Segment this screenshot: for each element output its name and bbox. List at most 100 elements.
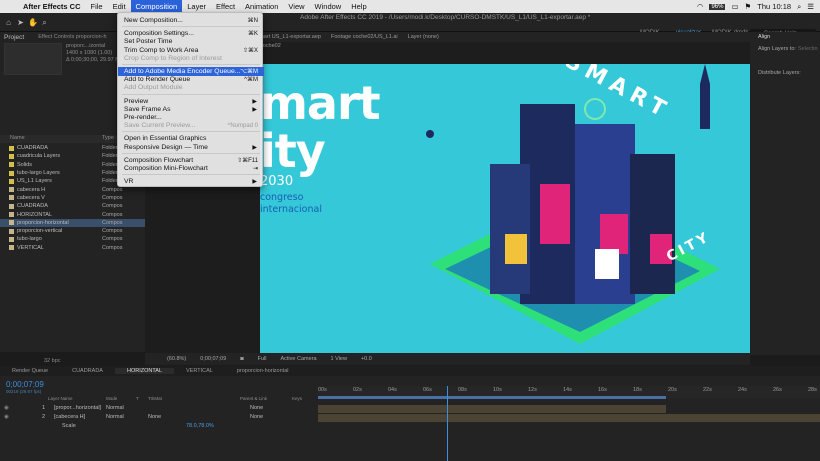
menu-item[interactable]: Composition Mini-Flowchart ⇥	[118, 164, 264, 173]
menu-shortcut: ^⌘M	[244, 77, 258, 84]
playhead[interactable]	[447, 386, 448, 461]
art-title-line1: mart	[260, 76, 381, 130]
col-t[interactable]: T	[136, 396, 139, 401]
menu-item-label: Save Current Preview...	[124, 122, 196, 130]
col-trkmat[interactable]: TrkMat	[148, 396, 162, 401]
eye-icon[interactable]: ◉	[4, 414, 9, 420]
timeline-tab[interactable]: CUADRADA	[60, 368, 115, 374]
layer-parent[interactable]: None	[250, 414, 263, 420]
tab-project[interactable]: Project	[0, 32, 28, 43]
layer-parent[interactable]: None	[250, 405, 263, 411]
timeline-tab[interactable]: VERTICAL	[174, 368, 225, 374]
ruler-tick-label: 04s	[388, 387, 397, 393]
tab-effect-controls[interactable]: Effect Controls proporcion-h	[34, 32, 110, 43]
timeline-tab[interactable]: proporcion-horizontal	[225, 368, 301, 374]
col-mode[interactable]: Mode	[106, 396, 117, 401]
menu-file[interactable]: File	[86, 0, 108, 13]
wifi-icon[interactable]: ◠	[697, 2, 704, 11]
thumb-duration: Δ 0;00;30;00, 29.97 fps	[66, 57, 123, 63]
ruler-tick-label: 02s	[353, 387, 362, 393]
menu-shortcut: ⇧⌘X	[242, 47, 258, 54]
project-item[interactable]: tubo-largo Compos	[0, 235, 145, 243]
project-item[interactable]: proporcion-vertical Compos	[0, 227, 145, 235]
spotlight-icon[interactable]: ⌕	[797, 2, 801, 12]
menu-item-label: Pre-render...	[124, 114, 162, 121]
composition-icon	[9, 212, 14, 218]
layer-row[interactable]: ◉ 1 [propor...horizontal] Normal None	[0, 405, 316, 414]
work-area-bar[interactable]	[318, 396, 666, 399]
ruler-tick-label: 16s	[598, 387, 607, 393]
eye-icon[interactable]: ◉	[4, 405, 9, 411]
viewer-views[interactable]: 1 View	[331, 356, 347, 362]
hand-tool-icon[interactable]: ✋	[28, 18, 38, 27]
col-name[interactable]: Name	[10, 135, 25, 141]
menu-item-label: Composition Flowchart	[124, 156, 194, 164]
viewer-timecode[interactable]: 0;00;07;09	[200, 356, 226, 362]
project-item[interactable]: HORIZONTAL Compos	[0, 210, 145, 218]
list-icon[interactable]: ☰	[807, 2, 814, 11]
layer-trkmat[interactable]: None	[148, 414, 161, 420]
project-item[interactable]: proporcion-horizontal Compos	[0, 218, 145, 227]
align-title[interactable]: Align	[758, 34, 770, 40]
timeline-tab[interactable]: HORIZONTAL	[114, 368, 175, 374]
bpc-label[interactable]: 32 bpc	[44, 358, 61, 364]
viewer-camera[interactable]: Active Camera	[280, 356, 316, 362]
viewer-zoom[interactable]: (60.8%)	[167, 356, 186, 362]
project-item[interactable]: CUADRADA Compos	[0, 202, 145, 210]
col-layer-name[interactable]: Layer Name	[48, 396, 73, 401]
timeline-tab[interactable]: Render Queue	[0, 368, 60, 374]
project-item[interactable]: VERTICAL Compos	[0, 244, 145, 252]
folder-icon	[9, 145, 14, 151]
selection-tool-icon[interactable]: ➤	[16, 18, 25, 27]
project-item-name: HORIZONTAL	[17, 211, 53, 218]
ruler-tick-label: 10s	[493, 387, 502, 393]
project-item-type: Folder	[102, 145, 118, 152]
layer-mode[interactable]: Normal	[106, 414, 124, 420]
menu-item: Crop Comp to Region of Interest	[118, 54, 264, 63]
menu-shortcut: ⌘K	[247, 31, 258, 38]
flag-icon[interactable]: ⚑	[745, 2, 752, 11]
align-to-select[interactable]: Selectio	[798, 46, 818, 52]
viewer-tab-footage[interactable]: Footage coche02/US_L1.ai	[331, 34, 398, 40]
viewer-tab-layer[interactable]: Layer (none)	[408, 34, 439, 40]
submenu-arrow-icon: ▶	[252, 179, 257, 186]
project-item[interactable]: cabecera V Compos	[0, 194, 145, 202]
menu-item[interactable]: VR ▶	[118, 177, 264, 186]
viewer-exposure[interactable]: +0.0	[361, 356, 372, 362]
layer-row[interactable]: ◉ 2 [cabecera H] Normal None None	[0, 414, 316, 423]
menu-item-label: Composition Settings...	[124, 30, 194, 38]
layer-name[interactable]: [cabecera H]	[54, 414, 85, 420]
menu-item[interactable]: New Composition... ⌘N	[118, 16, 264, 25]
project-item-type: Compos	[102, 211, 123, 218]
composition-canvas[interactable]: mart ity 2030 congreso internacional SMA…	[260, 64, 820, 354]
composition-menu: New Composition... ⌘N Composition Settings…	[117, 12, 264, 188]
project-item-type: Folder	[102, 161, 118, 168]
layer-bar[interactable]	[318, 414, 820, 422]
home-icon[interactable]: ⌂	[4, 18, 13, 27]
menu-separator	[122, 152, 260, 154]
battery-icon[interactable]: ▭	[731, 2, 738, 11]
project-item-type: Compos	[102, 236, 123, 243]
layer-bar[interactable]	[318, 405, 666, 413]
menu-separator	[122, 93, 260, 95]
app-menu[interactable]: After Effects CC	[18, 0, 86, 13]
scale-value[interactable]: 78.0,78.0%	[186, 423, 214, 429]
timeline-timecode[interactable]: 0;00;07;09	[6, 380, 44, 389]
camera-icon[interactable]: ◙	[240, 356, 243, 362]
menu-item-label: Add Output Module	[124, 84, 183, 92]
zoom-tool-icon[interactable]: ⌕	[40, 18, 49, 27]
viewer-tab-composition[interactable]: chart US_L1-exportar.aep	[258, 34, 321, 40]
menu-item[interactable]: Responsive Design — Time ▶	[118, 143, 264, 152]
col-keys[interactable]: Keys	[292, 396, 302, 401]
layer-name[interactable]: [propor...horizontal]	[54, 405, 101, 411]
viewer-quality[interactable]: Full	[258, 356, 267, 362]
menu-window[interactable]: Window	[310, 0, 347, 13]
property-row[interactable]: Scale 78.0,78.0%	[0, 423, 316, 432]
menu-separator	[122, 174, 260, 176]
menu-view[interactable]: View	[283, 0, 309, 13]
menu-help[interactable]: Help	[346, 0, 371, 13]
col-type[interactable]: Type	[102, 135, 114, 141]
col-parent[interactable]: Parent & Link	[240, 396, 267, 401]
layer-mode[interactable]: Normal	[106, 405, 124, 411]
menu-item: Save Current Preview... ^Numpad 0	[118, 121, 264, 130]
